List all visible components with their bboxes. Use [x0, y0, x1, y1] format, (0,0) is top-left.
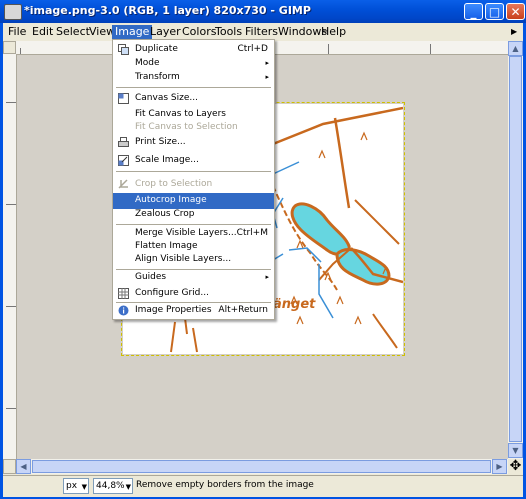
scroll-down-icon[interactable]: ▼: [508, 443, 523, 458]
submenu-arrow-icon: ▸: [265, 273, 269, 281]
scale-icon: [118, 155, 129, 166]
quick-mask-toggle[interactable]: [3, 459, 16, 474]
scroll-left-icon[interactable]: ◀: [16, 459, 31, 474]
vertical-ruler[interactable]: [3, 54, 17, 459]
submenu-arrow-icon: ▸: [265, 73, 269, 81]
menu-item-scale-image[interactable]: Scale Image...: [113, 153, 274, 169]
maximize-button[interactable]: □: [485, 3, 504, 20]
menu-item-transform[interactable]: Transform ▸: [113, 70, 274, 86]
menu-file[interactable]: File: [5, 25, 29, 39]
print-icon: [118, 137, 129, 147]
menu-item-image-properties[interactable]: Image Properties Alt+Return: [113, 303, 274, 319]
chevron-down-icon: ▼: [81, 483, 87, 491]
status-message: Remove empty borders from the image: [136, 480, 314, 490]
navigate-icon[interactable]: ✥: [508, 459, 523, 474]
menu-separator: [116, 224, 271, 225]
canvas-size-icon: [118, 93, 129, 104]
menu-separator: [116, 171, 271, 172]
menu-arrow-icon[interactable]: ▶: [511, 27, 517, 36]
menu-item-guides[interactable]: Guides ▸: [113, 270, 274, 286]
chevron-down-icon: ▼: [125, 483, 131, 491]
minimize-button[interactable]: _: [464, 3, 483, 20]
submenu-arrow-icon: ▸: [265, 59, 269, 67]
menu-item-align-visible-layers[interactable]: Align Visible Layers...: [113, 252, 274, 268]
unit-select[interactable]: px ▼: [63, 478, 89, 494]
grid-icon: [118, 288, 129, 299]
crop-icon: [118, 179, 128, 189]
horizontal-scroll-thumb[interactable]: [32, 460, 491, 473]
duplicate-icon: [118, 44, 129, 55]
unit-value: px: [66, 481, 78, 491]
menu-item-canvas-size[interactable]: Canvas Size...: [113, 91, 274, 107]
window-title: *image.png-3.0 (RGB, 1 layer) 820x730 - …: [24, 4, 311, 17]
close-button[interactable]: ✕: [506, 3, 525, 20]
vertical-scroll-thumb[interactable]: [509, 56, 522, 442]
menu-item-crop-to-selection[interactable]: Crop to Selection: [113, 177, 274, 193]
menu-item-zealous-crop[interactable]: Zealous Crop: [113, 207, 274, 223]
scroll-right-icon[interactable]: ▶: [492, 459, 507, 474]
menu-tools[interactable]: Tools: [212, 25, 245, 39]
info-icon: [118, 305, 129, 316]
menu-help[interactable]: Help: [318, 25, 349, 39]
menu-separator: [116, 87, 271, 88]
zoom-value: 44,8%: [96, 481, 125, 491]
menu-item-print-size[interactable]: Print Size...: [113, 135, 274, 151]
gimp-app-icon: [4, 4, 22, 20]
menu-item-configure-grid[interactable]: Configure Grid...: [113, 286, 274, 302]
ruler-corner[interactable]: [3, 41, 16, 54]
scroll-up-icon[interactable]: ▲: [508, 41, 523, 56]
image-menu-dropdown: Duplicate Ctrl+D Mode ▸ Transform ▸ Canv…: [112, 39, 275, 320]
menu-item-fit-canvas-to-selection[interactable]: Fit Canvas to Selection: [113, 120, 274, 136]
zoom-select[interactable]: 44,8% ▼: [93, 478, 133, 494]
